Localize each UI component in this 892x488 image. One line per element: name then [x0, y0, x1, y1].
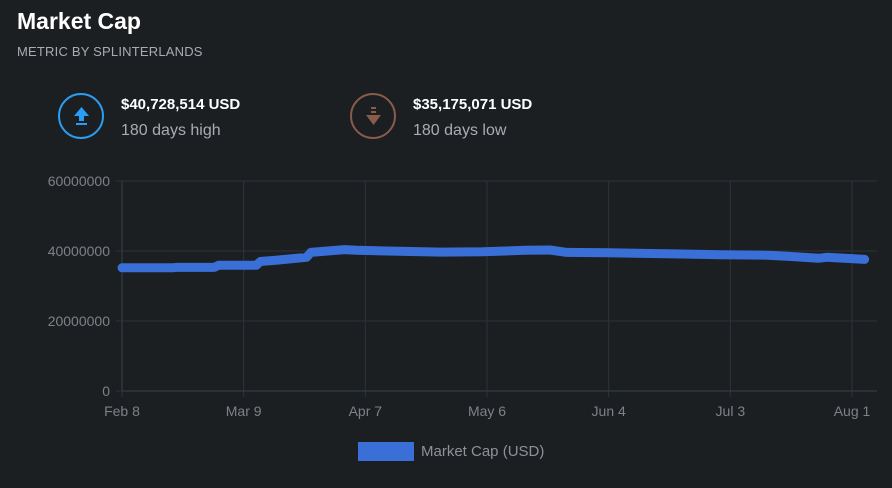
stat-high-value: $40,728,514 USD — [121, 96, 241, 113]
x-tick-label: Jul 3 — [716, 403, 746, 419]
arrow-up-icon — [58, 93, 104, 139]
x-tick-label: Aug 1 — [834, 403, 871, 419]
x-tick-label: Mar 9 — [226, 403, 262, 419]
x-tick-label: Jun 4 — [592, 403, 626, 419]
x-tick-label: Apr 7 — [349, 403, 383, 419]
arrow-down-icon — [350, 93, 396, 139]
stat-high-label: 180 days high — [121, 122, 221, 139]
legend-swatch — [358, 442, 414, 461]
x-tick-label: Feb 8 — [104, 403, 140, 419]
y-tick-label: 20000000 — [48, 313, 111, 329]
chart-subtitle: METRIC BY SPLINTERLANDS — [17, 44, 203, 59]
chart-title: Market Cap — [17, 8, 141, 34]
y-tick-label: 60000000 — [48, 173, 111, 189]
series-layer — [117, 245, 870, 273]
legend-label: Market Cap (USD) — [421, 443, 545, 460]
stat-low-label: 180 days low — [413, 122, 507, 139]
x-axis-ticks: Feb 8 Mar 9 Apr 7 May 6 Jun 4 Jul 3 Aug 1 — [104, 403, 870, 419]
y-axis-ticks: 0 20000000 40000000 60000000 — [48, 173, 122, 399]
market-cap-chart: 0 20000000 40000000 60000000 Feb 8 Mar 9 Apr … — [48, 173, 877, 419]
y-tick-label: 40000000 — [48, 243, 111, 259]
series-line-market-cap — [117, 245, 870, 273]
y-tick-label: 0 — [102, 383, 110, 399]
x-tick-label: May 6 — [468, 403, 506, 419]
axis-lines — [121, 181, 877, 392]
grid-lines — [121, 180, 877, 397]
stat-low-value: $35,175,071 USD — [413, 96, 533, 113]
